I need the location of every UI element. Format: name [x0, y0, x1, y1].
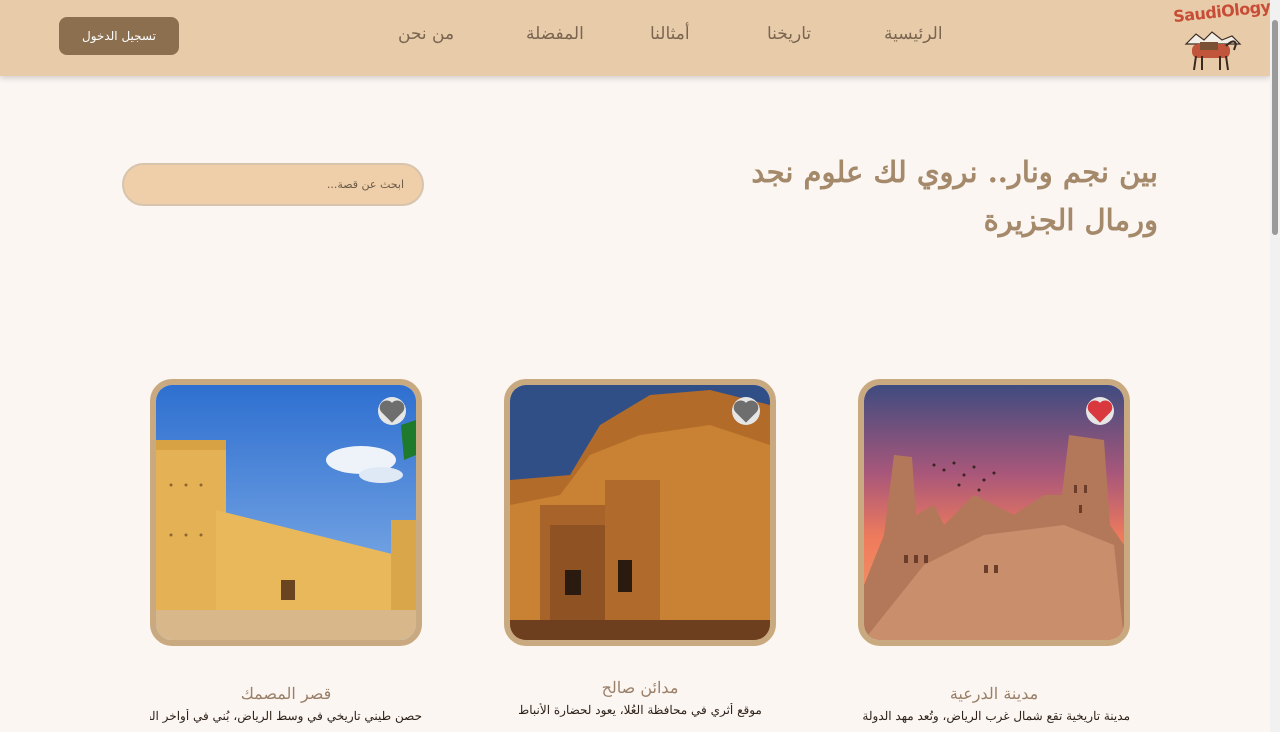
story-card-masmak[interactable]: قصر المصمك حصن طيني تاريخي في وسط الرياض… [150, 379, 422, 723]
masmak-image [156, 385, 416, 640]
heart-icon [733, 400, 759, 423]
diriyah-image [864, 385, 1124, 640]
top-navbar: تسجيل الدخول من نحن المفضلة أمثالنا تاري… [0, 0, 1271, 76]
madain-salih-image [510, 385, 770, 640]
login-button[interactable]: تسجيل الدخول [59, 17, 179, 55]
heart-icon [379, 400, 405, 423]
heart-icon [1087, 400, 1113, 423]
nav-link-proverbs[interactable]: أمثالنا [650, 24, 690, 44]
card-image[interactable] [504, 379, 776, 646]
card-title: قصر المصمك [240, 684, 332, 703]
card-description: حصن طيني تاريخي في وسط الرياض، بُني في أ… [150, 709, 422, 723]
camel-logo-icon [1184, 31, 1242, 71]
nav-link-history[interactable]: تاريخنا [767, 24, 811, 44]
card-title: مدائن صالح [601, 678, 679, 697]
story-search-input[interactable] [122, 163, 424, 206]
card-title: مدينة الدرعية [949, 684, 1039, 703]
favorite-button[interactable] [732, 397, 760, 425]
scrollbar-thumb[interactable] [1272, 20, 1278, 235]
card-description: مدينة تاريخية تقع شمال غرب الرياض، وتُعد… [858, 709, 1130, 723]
favorite-button[interactable] [378, 397, 406, 425]
nav-link-about[interactable]: من نحن [398, 24, 454, 44]
logo-text: SaudiOlogy [1172, 0, 1272, 27]
site-logo[interactable]: SaudiOlogy [1168, 0, 1271, 74]
card-image[interactable] [150, 379, 422, 646]
card-image[interactable] [858, 379, 1130, 646]
hero-title: بين نجم ونار.. نروي لك علوم نجد ورمال ال… [751, 155, 1158, 237]
nav-link-home[interactable]: الرئيسية [884, 24, 943, 44]
favorite-button[interactable] [1086, 397, 1114, 425]
story-card-diriyah[interactable]: مدينة الدرعية مدينة تاريخية تقع شمال غرب… [858, 379, 1130, 723]
nav-link-favorites[interactable]: المفضلة [526, 24, 584, 44]
card-description: موقع أثري في محافظة العُلا، يعود لحضارة … [518, 703, 762, 717]
page-scrollbar[interactable] [1270, 0, 1280, 732]
story-card-madain-salih[interactable]: مدائن صالح موقع أثري في محافظة العُلا، ي… [504, 379, 776, 717]
